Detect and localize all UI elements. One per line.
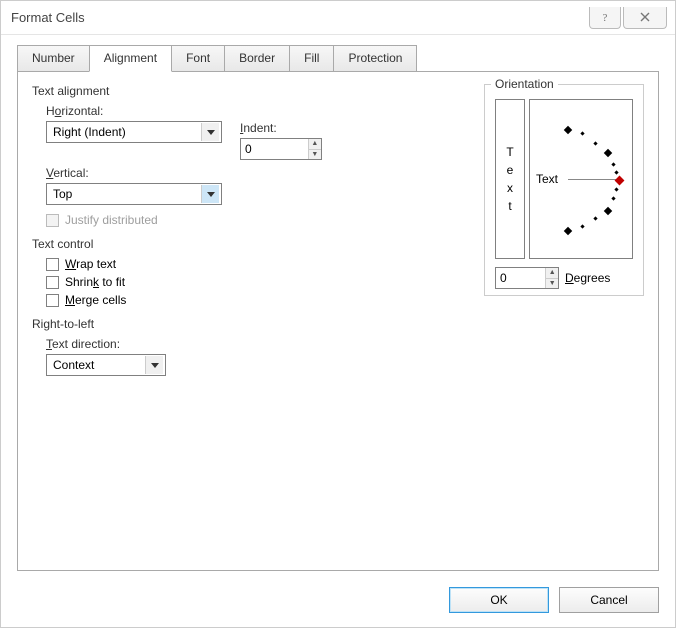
shrink-to-fit-checkbox[interactable] xyxy=(46,276,59,289)
dropdown-arrow-icon xyxy=(201,185,219,203)
orientation-column: Orientation T e x t Text xyxy=(484,84,644,296)
shrink-to-fit-row[interactable]: Shrink to fit xyxy=(46,275,411,289)
justify-distributed-label: Justify distributed xyxy=(65,213,158,227)
tab-strip: Number Alignment Font Border Fill Protec… xyxy=(17,45,659,72)
orientation-preview: T e x t Text xyxy=(495,99,633,259)
dial-text-label: Text xyxy=(536,172,558,186)
vertical-dropdown[interactable]: Top xyxy=(46,183,222,205)
orientation-group: Orientation T e x t Text xyxy=(484,84,644,296)
tab-protection[interactable]: Protection xyxy=(333,45,417,72)
text-direction-dropdown[interactable]: Context xyxy=(46,354,166,376)
dial-tick-icon xyxy=(580,131,584,135)
justify-distributed-checkbox xyxy=(46,214,59,227)
dialog-footer: OK Cancel xyxy=(449,587,659,613)
tab-number[interactable]: Number xyxy=(17,45,90,72)
shrink-to-fit-label: Shrink to fit xyxy=(65,275,125,289)
tab-fill[interactable]: Fill xyxy=(289,45,334,72)
orientation-dial[interactable]: Text xyxy=(529,99,633,259)
dialog-body: Number Alignment Font Border Fill Protec… xyxy=(17,45,659,571)
merge-cells-label: Merge cells xyxy=(65,293,126,307)
degrees-row: ▲▼ Degrees xyxy=(495,267,633,289)
titlebar: Format Cells ? xyxy=(1,1,675,35)
dial-tick-icon xyxy=(593,141,597,145)
close-button[interactable] xyxy=(623,7,667,29)
dial-tick-icon xyxy=(564,126,572,134)
dial-tick-icon xyxy=(611,162,615,166)
merge-cells-row[interactable]: Merge cells xyxy=(46,293,411,307)
dial-tick-icon xyxy=(614,170,618,174)
dropdown-arrow-icon xyxy=(201,123,219,141)
indent-spinner[interactable]: ▲▼ xyxy=(240,138,322,160)
horizontal-label: Horizontal: xyxy=(46,104,411,118)
dial-tick-icon xyxy=(611,196,615,200)
degrees-spinner[interactable]: ▲▼ xyxy=(495,267,559,289)
svg-text:?: ? xyxy=(603,12,608,23)
wrap-text-label: Wrap text xyxy=(65,257,116,271)
left-column: Text alignment Horizontal: Right (Indent… xyxy=(32,84,411,376)
merge-cells-checkbox[interactable] xyxy=(46,294,59,307)
window-title: Format Cells xyxy=(11,10,587,25)
text-direction-label: Text direction: xyxy=(46,337,411,351)
dial-tick-icon xyxy=(593,216,597,220)
dial-current-icon xyxy=(615,176,625,186)
tab-alignment[interactable]: Alignment xyxy=(89,45,172,72)
dial-tick-icon xyxy=(604,207,612,215)
dial-tick-icon xyxy=(604,149,612,157)
indent-label: Indent: xyxy=(240,121,322,135)
tab-font[interactable]: Font xyxy=(171,45,225,72)
text-control-label: Text control xyxy=(32,237,411,251)
justify-distributed-row: Justify distributed xyxy=(46,213,411,227)
text-direction-value: Context xyxy=(53,358,94,372)
format-cells-dialog: Format Cells ? Number Alignment Font Bor… xyxy=(0,0,676,628)
alignment-panel: Text alignment Horizontal: Right (Indent… xyxy=(17,71,659,571)
ok-button[interactable]: OK xyxy=(449,587,549,613)
degrees-label: Degrees xyxy=(565,271,610,285)
rtl-label: Right-to-left xyxy=(32,317,411,331)
wrap-text-row[interactable]: Wrap text xyxy=(46,257,411,271)
indent-value[interactable] xyxy=(241,139,308,159)
vertical-value: Top xyxy=(53,187,72,201)
vertical-label: Vertical: xyxy=(46,166,411,180)
spinner-buttons[interactable]: ▲▼ xyxy=(545,268,558,288)
dial-tick-icon xyxy=(580,224,584,228)
spinner-buttons[interactable]: ▲▼ xyxy=(308,139,321,159)
dial-indicator-line xyxy=(568,179,618,180)
help-button[interactable]: ? xyxy=(589,7,621,29)
horizontal-value: Right (Indent) xyxy=(53,125,126,139)
dropdown-arrow-icon xyxy=(145,356,163,374)
dial-tick-icon xyxy=(614,187,618,191)
cancel-button[interactable]: Cancel xyxy=(559,587,659,613)
orientation-label: Orientation xyxy=(491,77,558,91)
degrees-value[interactable] xyxy=(496,268,545,288)
dial-tick-icon xyxy=(564,227,572,235)
orientation-vertical-box[interactable]: T e x t xyxy=(495,99,525,259)
wrap-text-checkbox[interactable] xyxy=(46,258,59,271)
tab-border[interactable]: Border xyxy=(224,45,290,72)
text-alignment-label: Text alignment xyxy=(32,84,411,98)
horizontal-dropdown[interactable]: Right (Indent) xyxy=(46,121,222,143)
